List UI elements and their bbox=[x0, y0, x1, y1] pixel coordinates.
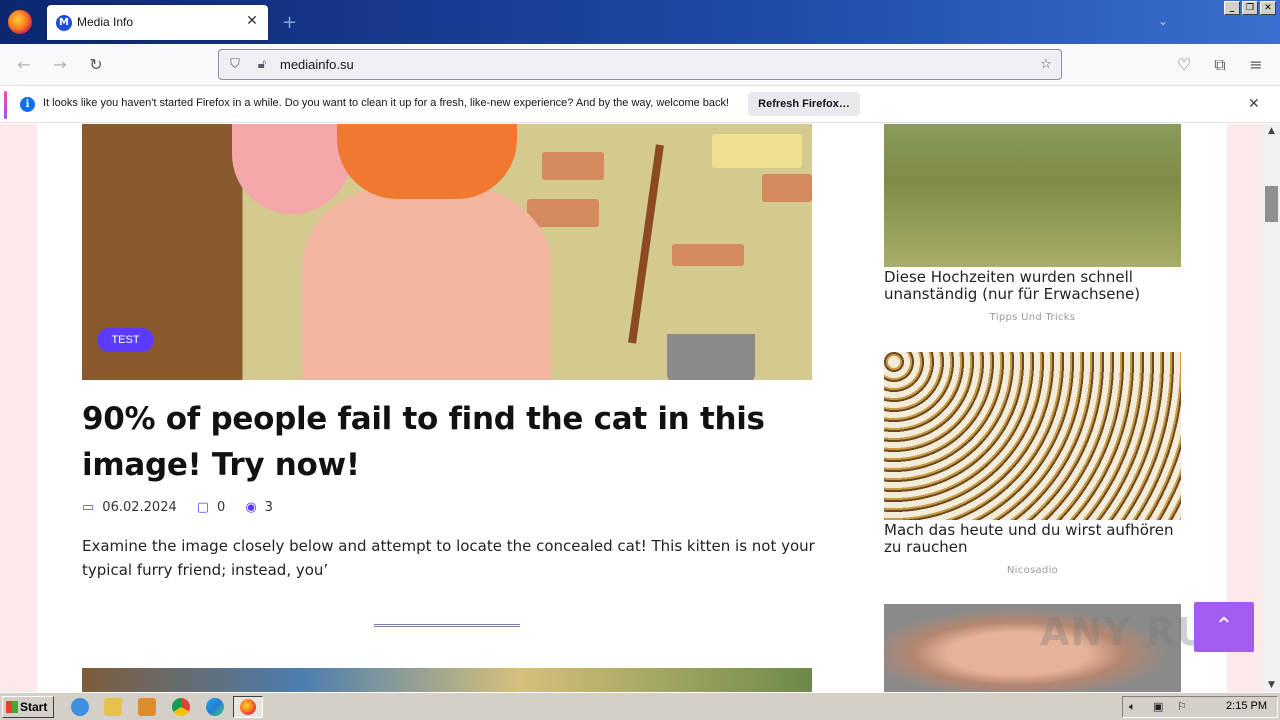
scroll-up-arrow-icon[interactable]: ▲ bbox=[1263, 124, 1280, 138]
sidebar-ad-2[interactable]: Mach das heute und du wirst aufhören zu … bbox=[884, 352, 1181, 576]
windows-flag-icon bbox=[6, 701, 18, 713]
vertical-scrollbar[interactable]: ▲ ▼ bbox=[1263, 124, 1280, 692]
refresh-notification-bar: i It looks like you haven't started Fire… bbox=[0, 87, 1280, 123]
comment-count: 0 bbox=[217, 500, 226, 515]
close-window-button[interactable]: ✕ bbox=[1260, 1, 1276, 15]
close-icon[interactable]: ✕ bbox=[1248, 96, 1260, 112]
article-meta: ▭ 06.02.2024 ▢ 0 ◉ 3 bbox=[82, 500, 293, 515]
bookmark-star-icon[interactable]: ☆ bbox=[1037, 56, 1055, 74]
page-viewport: TEST 90% of people fail to find the cat … bbox=[0, 124, 1263, 692]
firefox-icon bbox=[240, 699, 256, 715]
hamburger-menu-icon[interactable]: ≡ bbox=[1246, 55, 1266, 75]
start-button[interactable]: Start bbox=[2, 696, 54, 718]
article-title[interactable]: 90% of people fail to find the cat in th… bbox=[82, 396, 782, 488]
meta-comments: ▢ 0 bbox=[197, 500, 226, 515]
category-badge[interactable]: TEST bbox=[97, 328, 154, 352]
ad-source: Nicosadio bbox=[1006, 565, 1059, 576]
ad-image[interactable] bbox=[884, 124, 1181, 267]
firefox-menu-icon[interactable] bbox=[8, 10, 32, 34]
system-tray: 🔈︎ ▣ ⚐ 2:15 PM bbox=[1122, 696, 1278, 718]
info-icon: i bbox=[20, 97, 35, 112]
brick-shape bbox=[762, 174, 812, 202]
comment-icon: ▢ bbox=[196, 500, 210, 515]
navigation-toolbar: ← → ↻ ⛉ 🔓︎ mediainfo.su ☆ ♡ ⧉ ≡ bbox=[0, 44, 1280, 86]
refresh-firefox-button[interactable]: Refresh Firefox… bbox=[748, 92, 860, 116]
reload-icon[interactable]: ↻ bbox=[86, 55, 106, 75]
internet-explorer-icon[interactable] bbox=[71, 698, 89, 716]
article-hero-image[interactable]: TEST bbox=[82, 124, 812, 380]
start-label: Start bbox=[20, 700, 48, 714]
flag-icon[interactable]: ⚐ bbox=[1177, 700, 1191, 714]
scroll-to-top-button[interactable]: ⌃ bbox=[1194, 602, 1254, 652]
taskbar: Start 🔈︎ ▣ ⚐ 2:15 PM bbox=[0, 692, 1280, 720]
minimize-button[interactable]: _ bbox=[1224, 1, 1240, 15]
file-explorer-icon[interactable] bbox=[104, 698, 122, 716]
eye-icon: ◉ bbox=[245, 500, 257, 515]
insecure-lock-icon[interactable]: 🔓︎ bbox=[253, 56, 271, 74]
brick-shape bbox=[527, 199, 599, 227]
brick-shape bbox=[712, 134, 802, 168]
next-article-image[interactable] bbox=[82, 668, 812, 692]
url-text[interactable]: mediainfo.su bbox=[280, 57, 354, 72]
extensions-icon[interactable]: ⧉ bbox=[1210, 55, 1230, 75]
list-all-tabs-chevron-icon[interactable]: ⌄ bbox=[1158, 14, 1168, 28]
pocket-icon[interactable]: ♡ bbox=[1174, 55, 1194, 75]
taskbar-clock: 2:15 PM bbox=[1226, 700, 1267, 712]
media-player-icon[interactable] bbox=[138, 698, 156, 716]
window-controls: _ ❐ ✕ bbox=[1224, 1, 1276, 15]
tab-media-info[interactable]: M Media Info ✕ bbox=[47, 5, 268, 40]
chrome-icon[interactable] bbox=[172, 698, 190, 716]
scroll-down-arrow-icon[interactable]: ▼ bbox=[1263, 678, 1280, 692]
illustration-dress bbox=[302, 184, 552, 380]
volume-icon[interactable]: 🔈︎ bbox=[1129, 700, 1143, 714]
notification-text: It looks like you haven't started Firefo… bbox=[43, 97, 730, 109]
article-excerpt: Examine the image closely below and atte… bbox=[82, 537, 815, 579]
back-arrow-icon[interactable]: ← bbox=[14, 55, 34, 75]
edge-icon[interactable] bbox=[206, 698, 224, 716]
calendar-icon: ▭ bbox=[82, 500, 95, 515]
maximize-button[interactable]: ❐ bbox=[1242, 1, 1258, 15]
ad-image[interactable] bbox=[884, 352, 1181, 520]
forward-arrow-icon[interactable]: → bbox=[50, 55, 70, 75]
notification-accent bbox=[4, 91, 7, 119]
ad-source: Tipps Und Tricks bbox=[989, 312, 1076, 323]
sidebar-ad-1[interactable]: Diese Hochzeiten wurden schnell unanstän… bbox=[884, 124, 1181, 323]
illustration-bucket bbox=[667, 334, 755, 380]
brick-shape bbox=[672, 244, 744, 266]
network-icon[interactable]: ▣ bbox=[1153, 700, 1167, 714]
tab-strip: M Media Info ✕ + ⌄ _ ❐ ✕ bbox=[0, 0, 1280, 44]
ad-title[interactable]: Mach das heute und du wirst aufhören zu … bbox=[884, 522, 1181, 556]
scrollbar-thumb[interactable] bbox=[1265, 186, 1278, 222]
page-container: TEST 90% of people fail to find the cat … bbox=[37, 124, 1227, 692]
meta-date: ▭ 06.02.2024 bbox=[82, 500, 177, 515]
tab-close-icon[interactable]: ✕ bbox=[244, 13, 260, 29]
ad-title[interactable]: Diese Hochzeiten wurden schnell unanstän… bbox=[884, 269, 1181, 303]
meta-views: ◉ 3 bbox=[245, 500, 273, 515]
article-date: 06.02.2024 bbox=[102, 500, 177, 515]
new-tab-plus-icon[interactable]: + bbox=[282, 12, 297, 33]
tab-title: Media Info bbox=[77, 15, 134, 29]
tab-favicon-icon: M bbox=[56, 15, 72, 31]
article-divider bbox=[374, 624, 520, 627]
url-bar[interactable]: ⛉ 🔓︎ mediainfo.su ☆ bbox=[218, 49, 1062, 80]
firefox-taskbar-button[interactable] bbox=[233, 696, 263, 718]
brick-shape bbox=[542, 152, 604, 180]
shield-icon[interactable]: ⛉ bbox=[226, 56, 244, 74]
illustration-top bbox=[337, 124, 517, 199]
view-count: 3 bbox=[264, 500, 273, 515]
